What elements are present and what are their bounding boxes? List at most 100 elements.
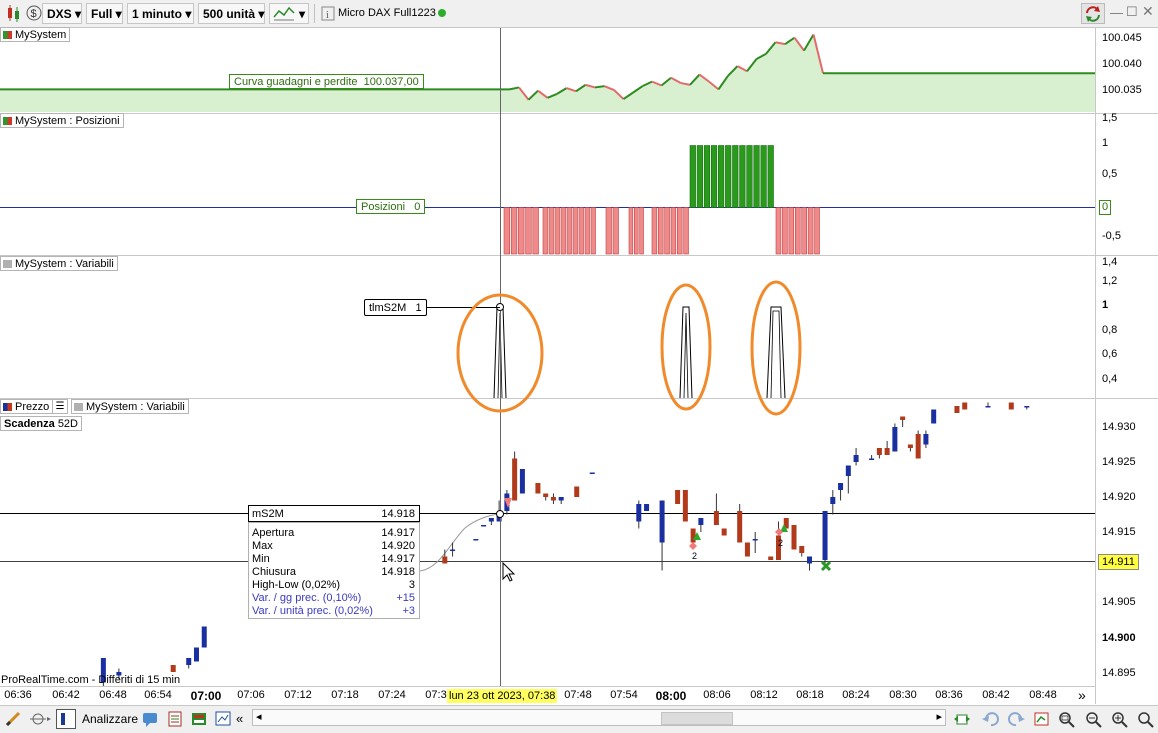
equity-curve [0,33,1095,112]
candle-body [954,406,960,413]
panel-label-variables[interactable]: MySystem : Variabili [0,256,118,271]
positions-value: 0 [414,201,421,213]
units-select[interactable]: 500 unità ▾ [198,3,265,24]
tlms2m-value-box: tlmS2M 1 [364,299,427,316]
y-tick: -0,5 [1102,230,1121,242]
candle-body [473,539,479,541]
units-value: 500 unità [203,7,256,21]
candle-body [791,525,797,550]
chat-icon[interactable] [141,710,159,731]
symbol-select[interactable]: DXS ▾ [42,3,82,24]
candle-body [550,497,556,501]
position-bar-short [566,207,572,255]
zoom-in-icon[interactable] [1110,710,1130,731]
candle-body [512,458,518,501]
screener-icon[interactable] [214,710,234,731]
equity-value-label: Curva guadagni e perdite [234,76,358,88]
candle-body [845,465,851,476]
analyze-icon[interactable] [56,709,76,729]
chart-style-select[interactable]: ▾ [269,3,309,24]
x-tick: 06:42 [52,689,80,701]
tab-price[interactable]: Prezzo [0,399,54,414]
magnifier-icon[interactable] [1136,710,1156,731]
list-icon[interactable]: ☰ [52,399,68,414]
candle-body [768,556,774,560]
candle-body [822,511,828,560]
info-icon[interactable]: i [318,3,340,24]
tooltip-label: High-Low (0,02%) [252,579,341,591]
scrollbar-thumb[interactable] [661,712,733,725]
position-bar-short [510,207,518,255]
zoom-area-icon[interactable] [1057,710,1077,731]
y-tick: 100.035 [1102,84,1142,96]
minimize-icon[interactable]: — [1110,5,1123,20]
panel-label-text: MySystem : Posizioni [15,115,120,127]
highlight-ellipse [660,283,712,411]
highlight-ellipse [750,280,802,416]
panel-label-positions[interactable]: MySystem : Posizioni [0,113,124,128]
chevron-right-icon[interactable]: ▸ [936,710,942,723]
list-report-icon[interactable] [166,710,184,731]
cursor-tool-icon[interactable] [28,710,52,731]
panel-label-equity[interactable]: MySystem [0,27,71,42]
timeframe-value: 1 minuto [132,7,182,21]
panel-label-text: MySystem [15,29,67,41]
instrument-name: Micro DAX Full1223 [338,7,436,19]
close-position-icon [820,560,832,572]
position-bar-short [794,207,801,255]
chart-area[interactable]: 2 2 [0,28,1158,704]
analyze-button[interactable]: Analizzare [82,712,138,726]
candle-body [876,448,882,455]
top-toolbar: $ DXS ▾ Full ▾ 1 minuto ▾ 500 unità ▾ ▾ … [0,0,1158,28]
position-bar-short [651,207,658,255]
scroll-right-button[interactable]: » [1078,687,1086,703]
sync-icon[interactable] [1081,3,1105,24]
zoom-out-icon[interactable] [1084,710,1104,731]
chevron-down-icon: ▾ [75,7,82,21]
y-tick: 1 [1102,299,1109,311]
candle-body [869,458,875,460]
portfolio-icon[interactable] [190,710,208,731]
close-icon[interactable]: ✕ [1142,3,1154,20]
tooltip-value: +3 [402,605,415,617]
position-bar-long [689,145,696,208]
y-tick: 14.930 [1102,421,1136,433]
chevron-left-icon[interactable]: ◂ [256,710,262,723]
candle-body [721,528,727,536]
x-tick: 08:24 [842,689,870,701]
tooltip-row: High-Low (0,02%) 3 [252,579,415,592]
redo-icon[interactable] [1006,710,1026,731]
pencil-icon[interactable] [4,710,24,731]
candle-body [589,472,595,474]
maximize-icon[interactable]: ☐ [1126,4,1138,20]
x-tick: 08:00 [655,689,687,703]
candle-body [186,658,192,665]
timeframe-select[interactable]: 1 minuto ▾ [127,3,194,24]
cursor-date-label: lun 23 ott 2023, 07:38 [447,689,558,703]
fit-icon[interactable] [952,710,972,731]
candle-body [644,504,650,511]
undo-icon[interactable] [981,710,1001,731]
chevron-down-icon: ▾ [298,7,305,21]
variable-spike [766,306,786,399]
expiry-label: Scadenza [4,418,55,430]
tooltip-row: Min 14.917 [252,553,415,566]
scroll-left-button[interactable]: « [236,711,243,726]
position-bar-short [584,207,590,255]
mode-select[interactable]: Full ▾ [86,3,123,24]
tooltip-label: Var. / gg prec. (0,10%) [252,592,362,604]
auto-scroll-icon[interactable] [1032,710,1052,731]
x-tick: 08:12 [750,689,778,701]
time-scrollbar[interactable]: ◂ ▸ [252,709,946,726]
y-tick: 14.915 [1102,526,1136,538]
position-bar-short [590,207,596,255]
line-chart-icon [273,6,295,21]
position-bar-long [760,145,767,208]
candle-body [962,402,968,410]
position-bar-short [578,207,584,255]
tab-variables[interactable]: MySystem : Variabili [71,399,189,414]
y-tick: 14.905 [1102,596,1136,608]
tooltip-label: Min [252,553,270,565]
candlestick-icon[interactable] [2,3,24,24]
chevron-down-icon: ▾ [258,7,265,21]
